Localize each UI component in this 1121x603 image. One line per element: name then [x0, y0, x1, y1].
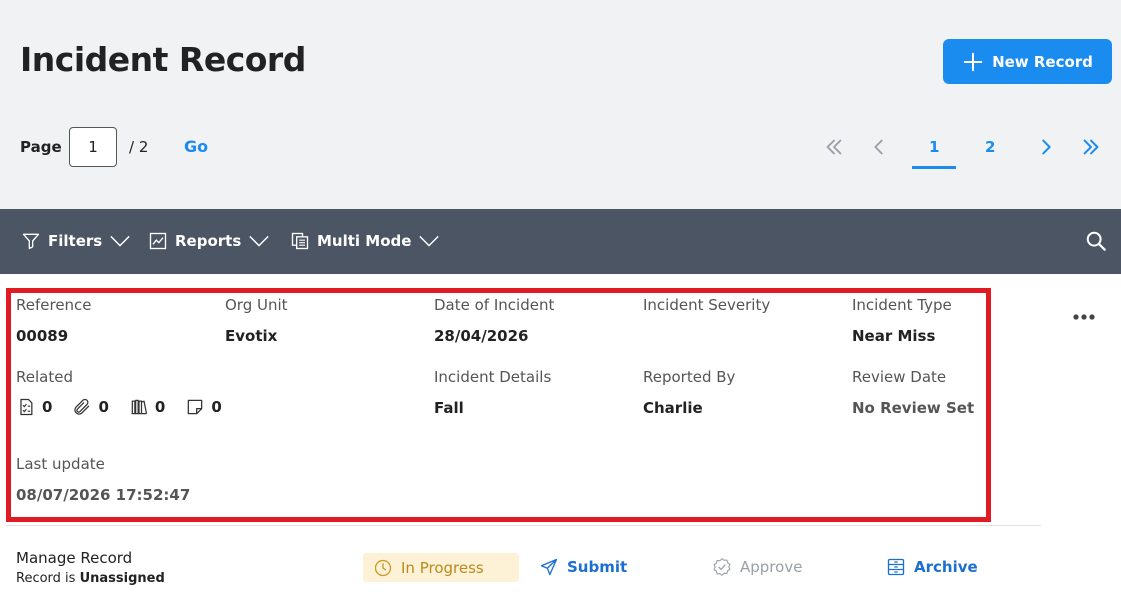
next-page-button[interactable]	[1034, 134, 1058, 160]
divider	[6, 525, 1041, 526]
reported-by-value: Charlie	[643, 399, 703, 417]
related-library[interactable]: 0	[129, 397, 165, 417]
related-label: Related	[16, 368, 73, 386]
checklists-count: 0	[42, 398, 53, 416]
review-date-value: No Review Set	[852, 399, 975, 417]
assignment-prefix: Record is	[16, 571, 76, 586]
related-counts: 0 0 0 0	[16, 397, 234, 417]
org-unit-value: Evotix	[225, 327, 278, 345]
multi-mode-icon	[291, 232, 309, 250]
filters-dropdown[interactable]: Filters	[21, 231, 131, 251]
review-date-label: Review Date	[852, 368, 947, 386]
library-count: 0	[154, 398, 166, 416]
incident-details-value: Fall	[434, 399, 464, 417]
new-record-button[interactable]: New Record	[943, 39, 1112, 84]
page-title: Incident Record	[20, 40, 306, 79]
org-unit-label: Org Unit	[225, 296, 288, 314]
checklist-icon	[20, 398, 33, 416]
go-button[interactable]: Go	[184, 137, 208, 156]
double-chevron-right-icon	[1083, 139, 1099, 155]
chevron-down-icon	[110, 235, 130, 247]
archive-label: Archive	[914, 558, 978, 576]
submit-label: Submit	[567, 558, 628, 576]
double-chevron-left-icon	[826, 139, 842, 155]
reports-chart-icon	[149, 232, 167, 250]
reports-label: Reports	[175, 232, 242, 250]
last-update-label: Last update	[16, 455, 105, 473]
first-page-button[interactable]	[822, 134, 846, 160]
toolbar: Filters Reports Multi Mode	[0, 209, 1121, 274]
multi-mode-label: Multi Mode	[317, 232, 412, 250]
filters-label: Filters	[48, 232, 103, 250]
approve-button[interactable]: Approve	[712, 557, 802, 577]
date-of-incident-label: Date of Incident	[434, 296, 555, 314]
assignment-value: Unassigned	[79, 571, 165, 586]
assignment-status: Record is Unassigned	[16, 571, 165, 586]
page-label: Page	[20, 138, 62, 156]
incident-type-value: Near Miss	[852, 327, 936, 345]
incident-details-label: Incident Details	[434, 368, 552, 386]
paperclip-icon	[74, 398, 90, 415]
clock-icon	[374, 559, 392, 576]
date-of-incident-value: 28/04/2026	[434, 327, 529, 345]
reported-by-label: Reported By	[643, 368, 736, 386]
active-page-indicator	[912, 166, 956, 169]
submit-button[interactable]: Submit	[539, 557, 627, 577]
approve-badge-icon	[713, 558, 731, 576]
more-options-icon[interactable]	[1072, 310, 1096, 324]
incident-type-label: Incident Type	[852, 296, 952, 314]
page-number-input[interactable]	[69, 127, 117, 167]
library-books-icon	[131, 399, 147, 415]
related-attachments[interactable]: 0	[72, 397, 109, 417]
new-record-label: New Record	[992, 52, 1093, 71]
reference-label: Reference	[16, 296, 92, 314]
incident-severity-label: Incident Severity	[643, 296, 771, 314]
archive-icon	[887, 558, 905, 576]
chevron-down-icon	[419, 235, 440, 247]
chevron-right-icon	[1042, 139, 1051, 155]
approve-label: Approve	[740, 558, 803, 576]
send-icon	[540, 558, 558, 576]
page-link-1[interactable]: 1	[929, 138, 939, 156]
reports-dropdown[interactable]: Reports	[148, 231, 270, 251]
page-header: Incident Record New Record Page / 2 Go 1…	[0, 0, 1121, 209]
related-checklists[interactable]: 0	[16, 397, 52, 417]
chevron-left-icon	[874, 139, 883, 155]
attachments-count: 0	[98, 398, 109, 416]
related-notes[interactable]: 0	[185, 397, 222, 417]
previous-page-button[interactable]	[867, 134, 891, 160]
chevron-down-icon	[249, 235, 269, 247]
last-page-button[interactable]	[1079, 134, 1103, 160]
filter-icon	[22, 233, 40, 250]
note-icon	[188, 399, 203, 415]
page-total: / 2	[129, 138, 149, 156]
status-badge: In Progress	[363, 553, 519, 582]
manage-record-title: Manage Record	[16, 549, 133, 567]
status-label: In Progress	[401, 558, 484, 577]
notes-count: 0	[211, 398, 222, 416]
archive-button[interactable]: Archive	[886, 557, 978, 577]
reference-value: 00089	[16, 327, 69, 345]
multi-mode-dropdown[interactable]: Multi Mode	[290, 231, 440, 251]
search-icon[interactable]	[1085, 230, 1107, 252]
last-update-value: 08/07/2026 17:52:47	[16, 486, 191, 504]
plus-icon	[963, 52, 983, 71]
page-link-2[interactable]: 2	[985, 138, 995, 156]
